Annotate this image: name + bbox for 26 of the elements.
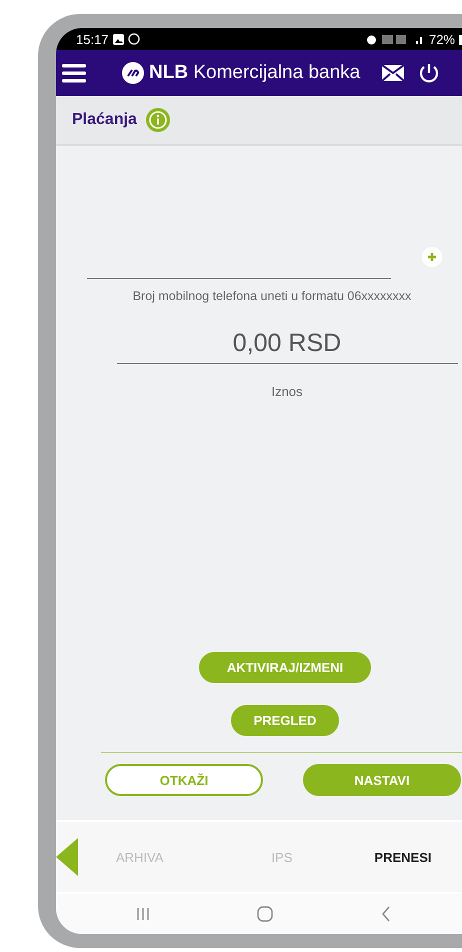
- power-icon[interactable]: [418, 62, 440, 84]
- signal-icon: [414, 34, 425, 44]
- continue-button[interactable]: NASTAVI: [303, 764, 461, 796]
- tab[interactable]: ARHIVA: [116, 850, 164, 864]
- mail-icon[interactable]: [382, 65, 404, 81]
- tab[interactable]: IPS: [271, 850, 292, 864]
- clock-time: 15:17: [76, 32, 109, 46]
- recent-apps-icon[interactable]: [136, 907, 150, 921]
- add-contact-icon[interactable]: [422, 247, 442, 267]
- back-arrow-icon[interactable]: [56, 838, 78, 876]
- back-icon[interactable]: [381, 906, 391, 922]
- section-title: Plaćanja: [72, 111, 137, 129]
- amount-label: Iznos: [271, 384, 303, 399]
- info-icon[interactable]: [144, 107, 171, 133]
- brand-name: NLB Komercijalna banka: [149, 62, 360, 84]
- phone-hint: Broj mobilnog telefona uneti u formatu 06xxxxxxxx: [132, 289, 412, 303]
- home-icon[interactable]: [257, 906, 273, 922]
- battery-percent: 72%: [428, 32, 455, 46]
- action-button[interactable]: PREGLED: [231, 705, 339, 736]
- gallery-icon: [112, 34, 124, 44]
- menu-icon[interactable]: [62, 63, 86, 83]
- cancel-button[interactable]: OTKAŽI: [105, 764, 263, 796]
- tab[interactable]: PRENESI: [374, 850, 432, 864]
- amount-value[interactable]: 0,00 RSD: [232, 329, 342, 358]
- action-button[interactable]: AKTIVIRAJ/IZMENI: [199, 652, 371, 683]
- logo-icon: [122, 62, 144, 84]
